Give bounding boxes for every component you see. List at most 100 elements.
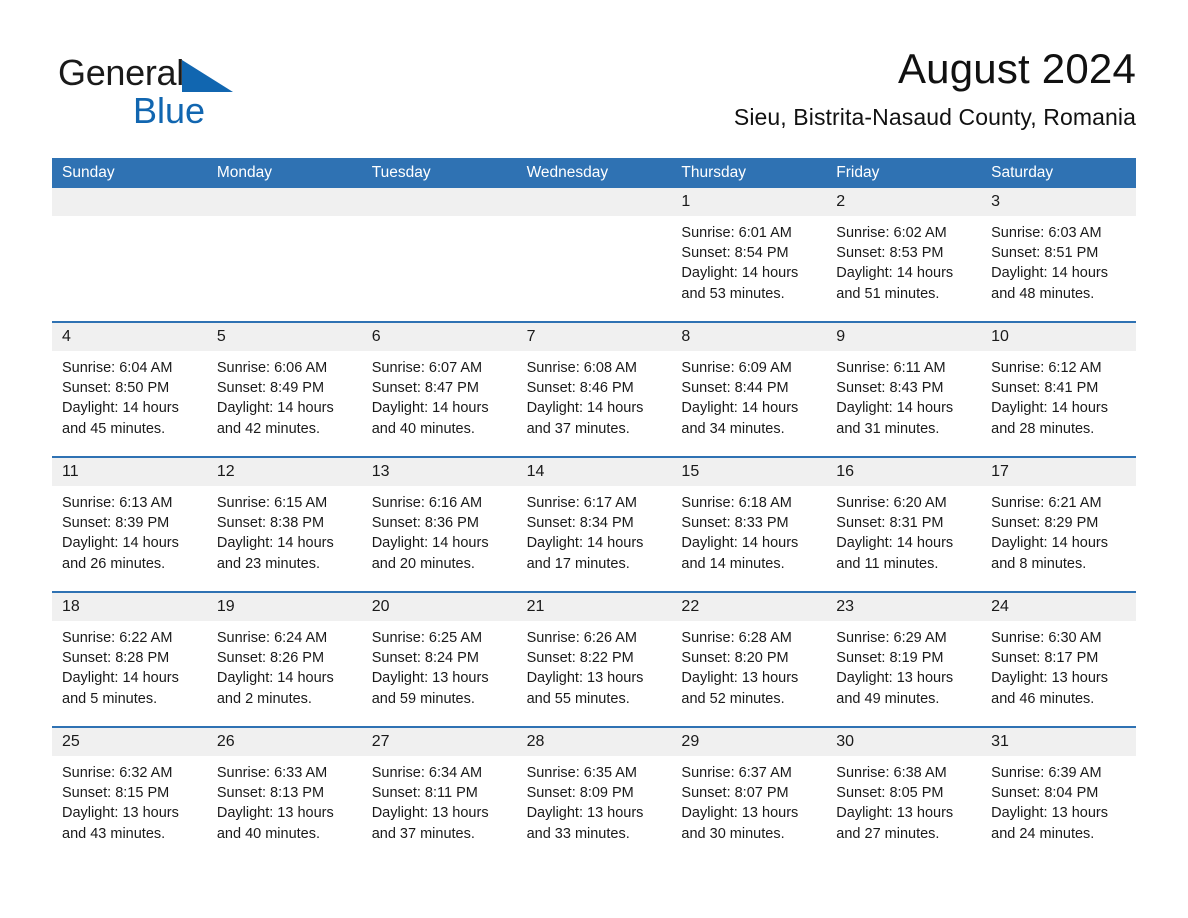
calendar-day-cell-25[interactable]: 25 Sunrise: 6:32 AM Sunset: 8:15 PM Dayl…: [52, 728, 207, 861]
daylight-text-line2: and 14 minutes.: [681, 555, 785, 572]
sunrise-text: Sunrise: 6:11 AM: [836, 360, 946, 376]
sunrise-text: Sunrise: 6:13 AM: [62, 495, 173, 511]
day-number-band: 20: [361, 593, 517, 621]
calendar-day-cell-8[interactable]: 8 Sunrise: 6:09 AM Sunset: 8:44 PM Dayli…: [671, 323, 827, 456]
calendar-day-cell-23[interactable]: 23 Sunrise: 6:29 AM Sunset: 8:19 PM Dayl…: [826, 593, 982, 726]
weekday-header-wednesday: Wednesday: [526, 164, 609, 181]
sunrise-text: Sunrise: 6:39 AM: [991, 765, 1102, 781]
sunrise-text: Sunrise: 6:15 AM: [216, 495, 328, 511]
day-details: Sunrise: 6:35 AM Sunset: 8:09 PM Dayligh…: [517, 756, 672, 844]
calendar-day-cell-10[interactable]: 10 Sunrise: 6:12 AM Sunset: 8:41 PM Dayl…: [981, 323, 1136, 456]
day-details: Sunrise: 6:26 AM Sunset: 8:22 PM Dayligh…: [517, 621, 672, 709]
daylight-text-line1: Daylight: 14 hours: [62, 400, 179, 417]
daylight-text-line2: and 48 minutes.: [991, 285, 1095, 302]
day-details: Sunrise: 6:16 AM Sunset: 8:36 PM Dayligh…: [362, 486, 517, 574]
sunrise-text: Sunrise: 6:25 AM: [371, 630, 483, 646]
calendar-day-cell-17[interactable]: 17 Sunrise: 6:21 AM Sunset: 8:29 PM Dayl…: [981, 458, 1136, 591]
sunset-text: Sunset: 8:11 PM: [371, 785, 478, 802]
calendar-day-cell-1[interactable]: 1 Sunrise: 6:01 AM Sunset: 8:54 PM Dayli…: [671, 188, 827, 321]
day-number-band: 25: [52, 728, 207, 756]
day-number-band: [52, 188, 207, 216]
sunset-text: Sunset: 8:46 PM: [526, 380, 634, 397]
page-masthead: General Blue August 2024 Sieu, Bistrita-…: [52, 44, 1136, 148]
calendar-day-cell-empty: [206, 188, 362, 321]
day-details: Sunrise: 6:29 AM Sunset: 8:19 PM Dayligh…: [826, 621, 981, 709]
day-details: Sunrise: 6:11 AM Sunset: 8:43 PM Dayligh…: [826, 351, 981, 439]
sunset-text: Sunset: 8:49 PM: [216, 380, 325, 397]
daylight-text-line1: Daylight: 13 hours: [836, 805, 954, 822]
calendar-day-cell-7[interactable]: 7 Sunrise: 6:08 AM Sunset: 8:46 PM Dayli…: [516, 323, 672, 456]
day-details: Sunrise: 6:24 AM Sunset: 8:26 PM Dayligh…: [207, 621, 362, 709]
calendar-day-cell-6[interactable]: 6 Sunrise: 6:07 AM Sunset: 8:47 PM Dayli…: [361, 323, 517, 456]
sunrise-text: Sunrise: 6:06 AM: [216, 360, 328, 376]
day-number: 14: [526, 463, 545, 480]
calendar-day-cell-15[interactable]: 15 Sunrise: 6:18 AM Sunset: 8:33 PM Dayl…: [671, 458, 827, 591]
blue-triangle-icon: [181, 60, 233, 92]
calendar-day-cell-31[interactable]: 31 Sunrise: 6:39 AM Sunset: 8:04 PM Dayl…: [981, 728, 1136, 861]
general-blue-logo[interactable]: General Blue: [58, 52, 358, 138]
day-details: Sunrise: 6:04 AM Sunset: 8:50 PM Dayligh…: [52, 351, 207, 439]
sunset-text: Sunset: 8:29 PM: [991, 515, 1099, 532]
calendar-day-cell-26[interactable]: 26 Sunrise: 6:33 AM Sunset: 8:13 PM Dayl…: [206, 728, 362, 861]
sunrise-text: Sunrise: 6:09 AM: [681, 360, 792, 376]
daylight-text-line2: and 40 minutes.: [371, 420, 475, 437]
sunrise-text: Sunrise: 6:26 AM: [526, 630, 637, 646]
calendar-day-cell-11[interactable]: 11 Sunrise: 6:13 AM Sunset: 8:39 PM Dayl…: [52, 458, 207, 591]
sunset-text: Sunset: 8:09 PM: [526, 785, 634, 802]
daylight-text-line2: and 23 minutes.: [216, 555, 321, 572]
daylight-text-line1: Daylight: 14 hours: [216, 535, 334, 552]
sunrise-text: Sunrise: 6:17 AM: [526, 495, 637, 511]
calendar-day-cell-16[interactable]: 16 Sunrise: 6:20 AM Sunset: 8:31 PM Dayl…: [826, 458, 982, 591]
daylight-text-line1: Daylight: 14 hours: [836, 265, 954, 282]
sunset-text: Sunset: 8:53 PM: [836, 245, 944, 262]
day-details: Sunrise: 6:13 AM Sunset: 8:39 PM Dayligh…: [52, 486, 207, 574]
calendar-day-cell-30[interactable]: 30 Sunrise: 6:38 AM Sunset: 8:05 PM Dayl…: [826, 728, 982, 861]
day-details: Sunrise: 6:17 AM Sunset: 8:34 PM Dayligh…: [517, 486, 672, 574]
day-number-band: 28: [516, 728, 672, 756]
day-details: Sunrise: 6:01 AM Sunset: 8:54 PM Dayligh…: [671, 216, 826, 304]
daylight-text-line1: Daylight: 13 hours: [836, 670, 954, 687]
calendar-week-row: 1 Sunrise: 6:01 AM Sunset: 8:54 PM Dayli…: [52, 188, 1136, 321]
sunrise-text: Sunrise: 6:24 AM: [216, 630, 328, 646]
calendar-day-cell-4[interactable]: 4 Sunrise: 6:04 AM Sunset: 8:50 PM Dayli…: [52, 323, 207, 456]
day-number-band: 30: [826, 728, 982, 756]
calendar-week-row: 25 Sunrise: 6:32 AM Sunset: 8:15 PM Dayl…: [52, 726, 1136, 861]
day-details: Sunrise: 6:18 AM Sunset: 8:33 PM Dayligh…: [671, 486, 826, 574]
calendar-day-cell-21[interactable]: 21 Sunrise: 6:26 AM Sunset: 8:22 PM Dayl…: [516, 593, 672, 726]
calendar-day-cell-3[interactable]: 3 Sunrise: 6:03 AM Sunset: 8:51 PM Dayli…: [981, 188, 1136, 321]
day-details: Sunrise: 6:30 AM Sunset: 8:17 PM Dayligh…: [981, 621, 1136, 709]
sunset-text: Sunset: 8:50 PM: [62, 380, 170, 397]
calendar-day-cell-5[interactable]: 5 Sunrise: 6:06 AM Sunset: 8:49 PM Dayli…: [206, 323, 362, 456]
day-number: 6: [371, 328, 381, 345]
calendar-weeks: 1 Sunrise: 6:01 AM Sunset: 8:54 PM Dayli…: [52, 188, 1136, 861]
calendar-day-cell-20[interactable]: 20 Sunrise: 6:25 AM Sunset: 8:24 PM Dayl…: [361, 593, 517, 726]
calendar-day-cell-9[interactable]: 9 Sunrise: 6:11 AM Sunset: 8:43 PM Dayli…: [826, 323, 982, 456]
day-number-band: 7: [516, 323, 672, 351]
sunset-text: Sunset: 8:51 PM: [991, 245, 1099, 262]
calendar-day-cell-2[interactable]: 2 Sunrise: 6:02 AM Sunset: 8:53 PM Dayli…: [826, 188, 982, 321]
day-number-band: 8: [671, 323, 827, 351]
day-number: 23: [836, 598, 855, 615]
day-number-band: 11: [52, 458, 207, 486]
calendar-day-cell-28[interactable]: 28 Sunrise: 6:35 AM Sunset: 8:09 PM Dayl…: [516, 728, 672, 861]
daylight-text-line2: and 49 minutes.: [836, 690, 940, 707]
calendar-day-cell-13[interactable]: 13 Sunrise: 6:16 AM Sunset: 8:36 PM Dayl…: [361, 458, 517, 591]
calendar-day-cell-14[interactable]: 14 Sunrise: 6:17 AM Sunset: 8:34 PM Dayl…: [516, 458, 672, 591]
calendar-day-cell-12[interactable]: 12 Sunrise: 6:15 AM Sunset: 8:38 PM Dayl…: [206, 458, 362, 591]
calendar-day-cell-19[interactable]: 19 Sunrise: 6:24 AM Sunset: 8:26 PM Dayl…: [206, 593, 362, 726]
calendar-day-cell-24[interactable]: 24 Sunrise: 6:30 AM Sunset: 8:17 PM Dayl…: [981, 593, 1136, 726]
sunset-text: Sunset: 8:28 PM: [62, 650, 170, 667]
calendar-day-cell-22[interactable]: 22 Sunrise: 6:28 AM Sunset: 8:20 PM Dayl…: [671, 593, 827, 726]
calendar-day-cell-18[interactable]: 18 Sunrise: 6:22 AM Sunset: 8:28 PM Dayl…: [52, 593, 207, 726]
daylight-text-line1: Daylight: 14 hours: [991, 265, 1109, 282]
day-details: Sunrise: 6:20 AM Sunset: 8:31 PM Dayligh…: [826, 486, 981, 574]
weekday-header-row: Sunday Monday Tuesday Wednesday Thursday…: [52, 158, 1136, 188]
daylight-text-line1: Daylight: 13 hours: [526, 805, 644, 822]
day-number-band: 31: [981, 728, 1136, 756]
day-number-band: 18: [52, 593, 207, 621]
calendar-day-cell-27[interactable]: 27 Sunrise: 6:34 AM Sunset: 8:11 PM Dayl…: [361, 728, 517, 861]
calendar-day-cell-29[interactable]: 29 Sunrise: 6:37 AM Sunset: 8:07 PM Dayl…: [671, 728, 827, 861]
daylight-text-line2: and 55 minutes.: [526, 690, 630, 707]
day-number: 4: [62, 328, 71, 345]
sunset-text: Sunset: 8:07 PM: [681, 785, 789, 802]
